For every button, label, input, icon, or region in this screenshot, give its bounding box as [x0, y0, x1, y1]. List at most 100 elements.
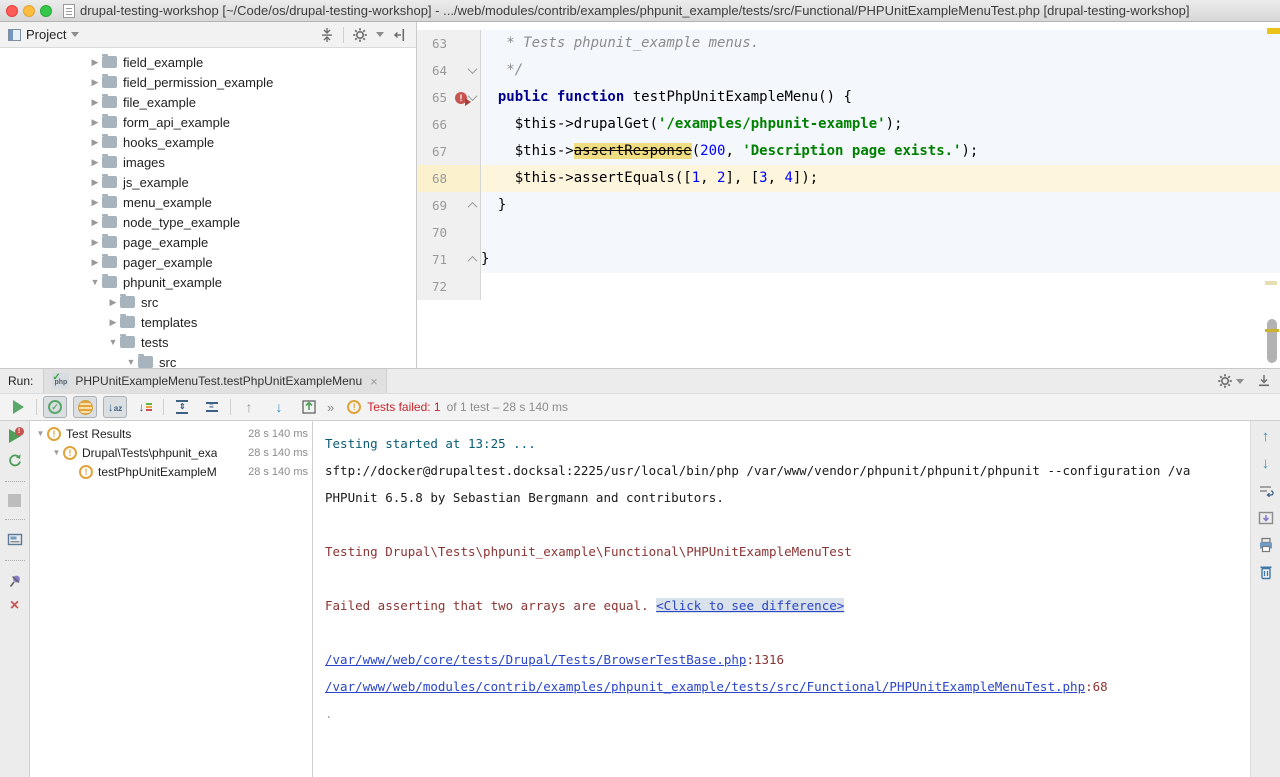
expand-all-button[interactable]: ⇕ — [170, 396, 194, 418]
tree-expand-icon[interactable]: ▶ — [88, 217, 102, 228]
project-tree-item[interactable]: ▼tests — [0, 332, 416, 352]
editor-gutter[interactable]: 72 — [417, 273, 481, 300]
gear-icon[interactable] — [352, 27, 368, 43]
code-line[interactable]: } — [481, 246, 1280, 273]
project-tree-item[interactable]: ▶field_permission_example — [0, 72, 416, 92]
stop-button[interactable] — [8, 494, 21, 507]
project-tree-item[interactable]: ▶pager_example — [0, 252, 416, 272]
project-tree-item[interactable]: ▶hooks_example — [0, 132, 416, 152]
sort-alphabetically-toggle[interactable]: ↓az — [103, 396, 127, 418]
code-line[interactable]: $this->drupalGet('/examples/phpunit-exam… — [481, 111, 1280, 138]
run-tab[interactable]: php PHPUnitExampleMenuTest.testPhpUnitEx… — [43, 369, 386, 393]
project-tree-item[interactable]: ▶form_api_example — [0, 112, 416, 132]
line-number[interactable]: 66 — [417, 111, 447, 138]
console-link[interactable]: /var/www/web/modules/contrib/examples/ph… — [325, 679, 1085, 694]
line-number[interactable]: 65 — [417, 84, 447, 111]
project-tree-item[interactable]: ▼phpunit_example — [0, 272, 416, 292]
close-window-button[interactable] — [6, 5, 18, 17]
import-test-results-button[interactable] — [297, 396, 321, 418]
code-line[interactable]: * Tests phpunit_example menus. — [481, 30, 1280, 57]
pin-tab-icon[interactable] — [7, 573, 23, 589]
tree-expand-icon[interactable]: ▶ — [88, 57, 102, 68]
project-tree-item[interactable]: ▶field_example — [0, 52, 416, 72]
test-tree-row[interactable]: ▼!Drupal\Tests\phpunit_exa28 s 140 ms — [30, 443, 312, 462]
code-line-row[interactable]: 67 $this->assertResponse(200, 'Descripti… — [417, 138, 1280, 165]
next-occurrence-icon[interactable]: ↓ — [1262, 456, 1270, 472]
tree-expand-icon[interactable]: ▼ — [106, 337, 120, 347]
editor-gutter[interactable]: 66 — [417, 111, 481, 138]
line-number[interactable]: 67 — [417, 138, 447, 165]
code-line[interactable] — [481, 273, 1280, 300]
test-failed-gutter-icon[interactable]: ! — [455, 92, 467, 104]
code-line-row[interactable]: 66 $this->drupalGet('/examples/phpunit-e… — [417, 111, 1280, 138]
print-icon[interactable] — [1258, 537, 1274, 553]
chevron-down-icon[interactable] — [71, 32, 79, 37]
code-line-row[interactable]: 63 * Tests phpunit_example menus. — [417, 30, 1280, 57]
code-line[interactable]: $this->assertEquals([1, 2], [3, 4]); — [481, 165, 1280, 192]
tree-expand-icon[interactable]: ▶ — [88, 137, 102, 148]
hide-panel-icon[interactable] — [392, 27, 408, 43]
rerun-button[interactable] — [6, 396, 30, 418]
project-tree-item[interactable]: ▶file_example — [0, 92, 416, 112]
minimize-tool-window-icon[interactable] — [1256, 373, 1272, 389]
sort-by-duration-toggle[interactable]: ↓ — [133, 396, 157, 418]
line-number[interactable]: 63 — [417, 30, 447, 57]
error-stripe-warning-mark[interactable] — [1267, 28, 1280, 34]
project-tree-item[interactable]: ▶js_example — [0, 172, 416, 192]
tree-expand-icon[interactable]: ▼ — [34, 429, 47, 438]
code-line[interactable]: public function testPhpUnitExampleMenu()… — [481, 84, 1280, 111]
line-number[interactable]: 70 — [417, 219, 447, 246]
line-number[interactable]: 72 — [417, 273, 447, 300]
code-line[interactable] — [481, 219, 1280, 246]
close-icon[interactable]: × — [10, 599, 19, 613]
tree-expand-icon[interactable]: ▼ — [50, 448, 63, 457]
previous-failed-test-button[interactable]: ↑ — [237, 396, 261, 418]
test-tree-row[interactable]: !testPhpUnitExampleM28 s 140 ms — [30, 462, 312, 481]
tree-expand-icon[interactable]: ▶ — [88, 237, 102, 248]
toolbar-overflow-chevrons[interactable]: » — [327, 400, 333, 415]
tree-expand-icon[interactable]: ▶ — [88, 177, 102, 188]
code-line[interactable]: $this->assertResponse(200, 'Description … — [481, 138, 1280, 165]
tree-expand-icon[interactable]: ▶ — [88, 197, 102, 208]
gear-icon[interactable] — [1217, 373, 1233, 389]
scroll-to-end-icon[interactable] — [1258, 510, 1274, 526]
code-line[interactable]: */ — [481, 57, 1280, 84]
tree-expand-icon[interactable]: ▼ — [124, 357, 138, 367]
error-stripe-mark[interactable] — [1265, 281, 1277, 285]
code-line-row[interactable]: 65! public function testPhpUnitExampleMe… — [417, 84, 1280, 111]
code-line-row[interactable]: 70 — [417, 219, 1280, 246]
console-link[interactable]: <Click to see difference> — [656, 598, 844, 613]
code-line-row[interactable]: 72 — [417, 273, 1280, 300]
tree-expand-icon[interactable]: ▶ — [88, 77, 102, 88]
collapse-all-icon[interactable] — [319, 27, 335, 43]
tree-expand-icon[interactable]: ▶ — [106, 317, 120, 328]
line-number[interactable]: 64 — [417, 57, 447, 84]
tree-expand-icon[interactable]: ▶ — [106, 297, 120, 308]
line-number[interactable]: 68 — [417, 165, 447, 192]
code-line-row[interactable]: 69 } — [417, 192, 1280, 219]
chevron-down-icon[interactable] — [1236, 379, 1244, 384]
editor-gutter[interactable]: 65! — [417, 84, 481, 111]
next-failed-test-button[interactable]: ↓ — [267, 396, 291, 418]
previous-occurrence-icon[interactable]: ↑ — [1262, 429, 1270, 445]
editor[interactable]: 63 * Tests phpunit_example menus.64 */65… — [417, 22, 1280, 368]
close-tab-icon[interactable]: × — [370, 374, 378, 389]
tree-expand-icon[interactable]: ▶ — [88, 117, 102, 128]
minimize-window-button[interactable] — [23, 5, 35, 17]
line-number[interactable]: 71 — [417, 246, 447, 273]
code-line-row[interactable]: 71} — [417, 246, 1280, 273]
show-ignored-toggle[interactable] — [73, 396, 97, 418]
test-tree-row[interactable]: ▼!Test Results28 s 140 ms — [30, 424, 312, 443]
tree-expand-icon[interactable]: ▼ — [88, 277, 102, 287]
editor-gutter[interactable]: 71 — [417, 246, 481, 273]
editor-gutter[interactable]: 69 — [417, 192, 481, 219]
project-tree-item[interactable]: ▶templates — [0, 312, 416, 332]
editor-gutter[interactable]: 64 — [417, 57, 481, 84]
project-tree-item[interactable]: ▶page_example — [0, 232, 416, 252]
project-tree-item[interactable]: ▶src — [0, 292, 416, 312]
fold-marker-icon[interactable] — [468, 64, 478, 74]
code-line[interactable]: } — [481, 192, 1280, 219]
project-panel-title[interactable]: Project — [26, 27, 66, 42]
rerun-failed-tests-button[interactable]: ! — [9, 429, 21, 443]
editor-gutter[interactable]: 67 — [417, 138, 481, 165]
